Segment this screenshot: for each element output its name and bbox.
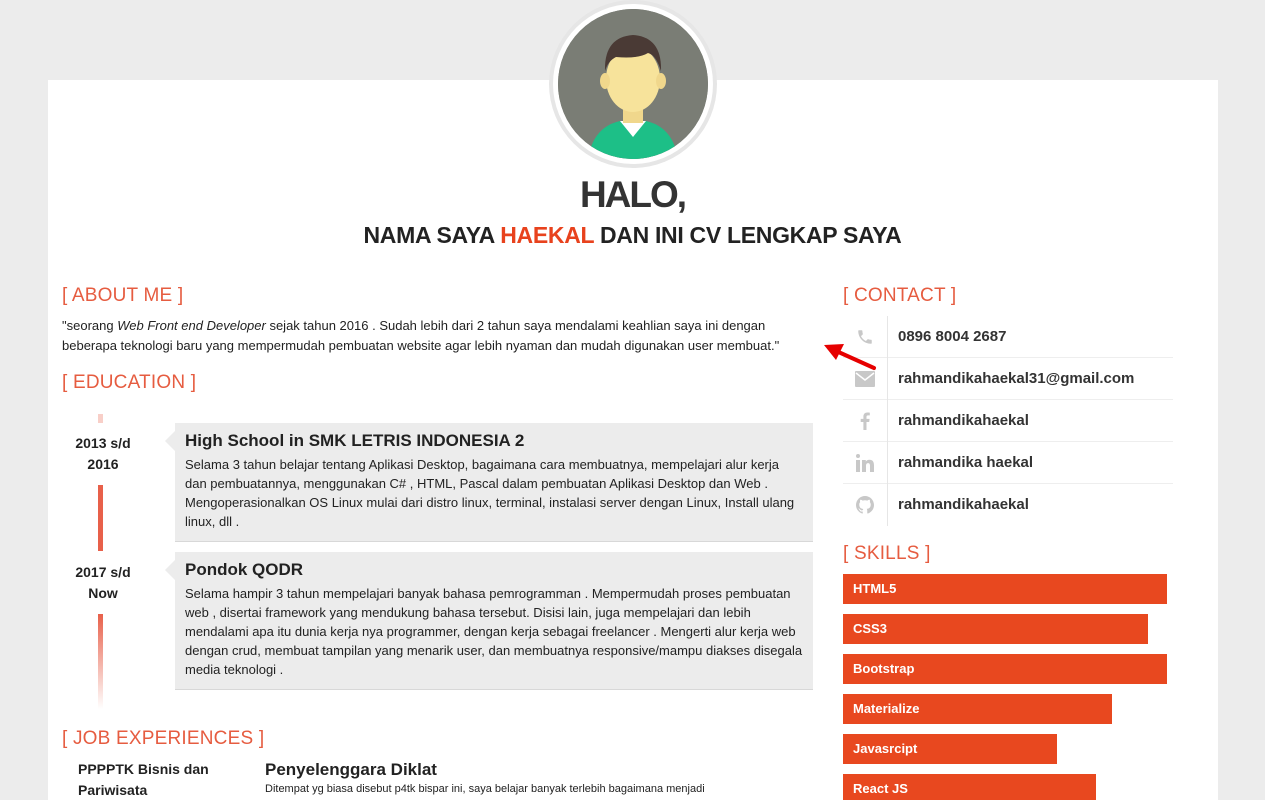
education-title: [ EDUCATION ] <box>62 372 197 393</box>
education-item: Pondok QODR Selama hampir 3 tahun mempel… <box>165 552 813 690</box>
education-item-desc: Selama hampir 3 tahun mempelajari banyak… <box>185 586 803 677</box>
education-date: 2017 s/d Now <box>62 562 144 604</box>
skill-bar: React JS <box>843 774 1096 800</box>
subtitle-suffix: DAN INI CV LENGKAP SAYA <box>593 222 902 248</box>
contact-item-email: rahmandikahaekal31@gmail.com <box>843 358 1173 400</box>
github-icon <box>843 484 888 526</box>
education-date-start: 2017 s/d <box>75 564 131 580</box>
job-org: PPPPTK Bisnis dan Pariwisata <box>78 761 209 798</box>
jobs-title: [ JOB EXPERIENCES ] <box>62 728 265 749</box>
subtitle-name: HAEKAL <box>500 222 594 248</box>
about-text-start: "seorang <box>62 318 118 333</box>
timeline-line-top <box>98 414 103 423</box>
job-title: Penyelenggara Diklat <box>265 760 437 779</box>
skill-bar: HTML5 <box>843 574 1167 604</box>
github-handle[interactable]: rahmandikahaekal <box>898 496 1029 513</box>
linkedin-handle[interactable]: rahmandika haekal <box>898 454 1033 471</box>
skill-bar: Javasrcipt <box>843 734 1057 764</box>
skill-bar: Materialize <box>843 694 1112 724</box>
education-item: High School in SMK LETRIS INDONESIA 2 Se… <box>165 423 813 542</box>
facebook-handle[interactable]: rahmandikahaekal <box>898 412 1029 429</box>
skills-title: [ SKILLS ] <box>843 543 931 564</box>
contact-item-linkedin: rahmandika haekal <box>843 442 1173 484</box>
avatar <box>553 4 713 164</box>
about-title: [ ABOUT ME ] <box>62 285 184 306</box>
annotation-arrow-icon <box>824 344 876 370</box>
timeline-line-bottom <box>98 614 103 709</box>
education-item-desc: Selama 3 tahun belajar tentang Aplikasi … <box>185 457 795 529</box>
contact-item-facebook: rahmandikahaekal <box>843 400 1173 442</box>
contact-list: 0896 8004 2687 rahmandikahaekal31@gmail.… <box>843 316 1173 526</box>
job-desc: Ditempat yg biasa disebut p4tk bispar in… <box>265 783 705 795</box>
about-role: Web Front end Developer <box>117 318 266 333</box>
greeting-heading: HALO, <box>579 174 687 215</box>
timeline-line-mid <box>98 485 103 551</box>
contact-item-github: rahmandikahaekal <box>843 484 1173 526</box>
education-date-end: Now <box>88 585 118 601</box>
contact-item-phone: 0896 8004 2687 <box>843 316 1173 358</box>
avatar-illustration <box>558 9 708 159</box>
about-text: "seorang Web Front end Developer sejak t… <box>62 316 802 356</box>
linkedin-icon <box>843 442 888 484</box>
subtitle-heading: NAMA SAYA HAEKAL DAN INI CV LENGKAP SAYA <box>0 222 1265 249</box>
skill-bar: Bootstrap <box>843 654 1167 684</box>
phone-number[interactable]: 0896 8004 2687 <box>898 328 1006 345</box>
education-date: 2013 s/d 2016 <box>62 433 144 475</box>
facebook-icon <box>843 400 888 442</box>
education-date-start: 2013 s/d <box>75 435 131 451</box>
subtitle-prefix: NAMA SAYA <box>363 222 501 248</box>
skill-bar: CSS3 <box>843 614 1148 644</box>
education-item-title: Pondok QODR <box>185 560 304 579</box>
email-address[interactable]: rahmandikahaekal31@gmail.com <box>898 370 1134 387</box>
education-item-title: High School in SMK LETRIS INDONESIA 2 <box>185 431 525 450</box>
contact-title: [ CONTACT ] <box>843 285 957 306</box>
education-date-end: 2016 <box>87 456 119 472</box>
